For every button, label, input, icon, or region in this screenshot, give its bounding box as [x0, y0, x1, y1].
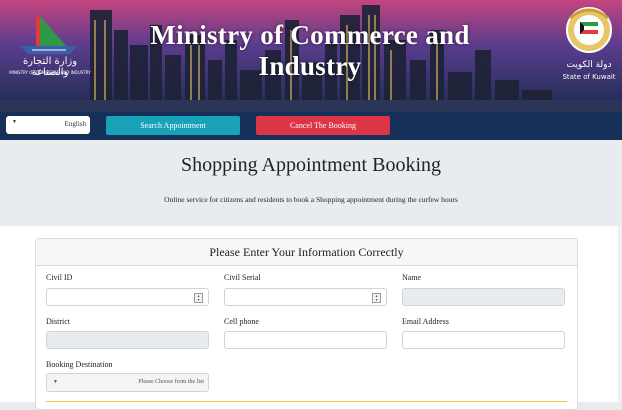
booking-destination-label: Booking Destination: [46, 360, 113, 369]
civil-serial-label: Civil Serial: [224, 273, 261, 282]
district-label: District: [46, 317, 70, 326]
email-input[interactable]: [402, 331, 565, 349]
civil-serial-input[interactable]: ▴ ▾: [224, 288, 387, 306]
ministry-logo: وزارة التجارة والصناعة MINISTRY OF COMME…: [6, 6, 92, 78]
civil-id-input[interactable]: ▴ ▾: [46, 288, 209, 306]
form-heading: Please Enter Your Information Correctly: [209, 245, 404, 259]
booking-destination-select[interactable]: ▼ Please Choose from the list: [46, 373, 209, 392]
falcon-emblem-icon: [566, 7, 612, 53]
cell-phone-label: Cell phone: [224, 317, 259, 326]
intro-section: Shopping Appointment Booking Online serv…: [0, 140, 622, 226]
page-banner-title: Ministry of Commerce and Industry: [150, 20, 470, 81]
ministry-logo-english: MINISTRY OF COMMERCE AND INDUSTRY: [9, 70, 91, 75]
header-banner: وزارة التجارة والصناعة MINISTRY OF COMME…: [0, 0, 622, 112]
search-appointment-button[interactable]: Search Appointment: [106, 116, 240, 135]
name-label: Name: [402, 273, 422, 282]
number-spinner-icon[interactable]: ▴ ▾: [372, 293, 381, 303]
dropdown-arrow-icon: ▼: [12, 120, 17, 125]
district-input: [46, 331, 209, 349]
cell-phone-input[interactable]: [224, 331, 387, 349]
language-select[interactable]: ▼ English: [6, 116, 90, 134]
civil-id-label: Civil ID: [46, 273, 73, 282]
name-input: [402, 288, 565, 306]
kuwait-emblem: دولة الكويت State of Kuwait: [560, 4, 618, 84]
kuwait-arabic-label: دولة الكويت: [566, 60, 612, 70]
page-scrollbar[interactable]: [618, 226, 622, 402]
dropdown-arrow-icon: ▼: [53, 380, 58, 385]
booking-destination-placeholder: Please Choose from the list: [138, 379, 204, 385]
kuwait-english-label: State of Kuwait: [562, 73, 616, 81]
page-title: Shopping Appointment Booking: [180, 154, 442, 176]
ship-logo-icon: [20, 12, 78, 54]
language-select-value: English: [64, 120, 86, 128]
number-spinner-icon[interactable]: ▴ ▾: [194, 293, 203, 303]
booking-form-card: Please Enter Your Information Correctly …: [35, 238, 578, 410]
cancel-booking-button[interactable]: Cancel The Booking: [256, 116, 390, 135]
form-card-header: Please Enter Your Information Correctly: [36, 239, 577, 266]
page-subtitle: Online service for citizens and resident…: [164, 195, 458, 204]
email-label: Email Address: [402, 317, 449, 326]
